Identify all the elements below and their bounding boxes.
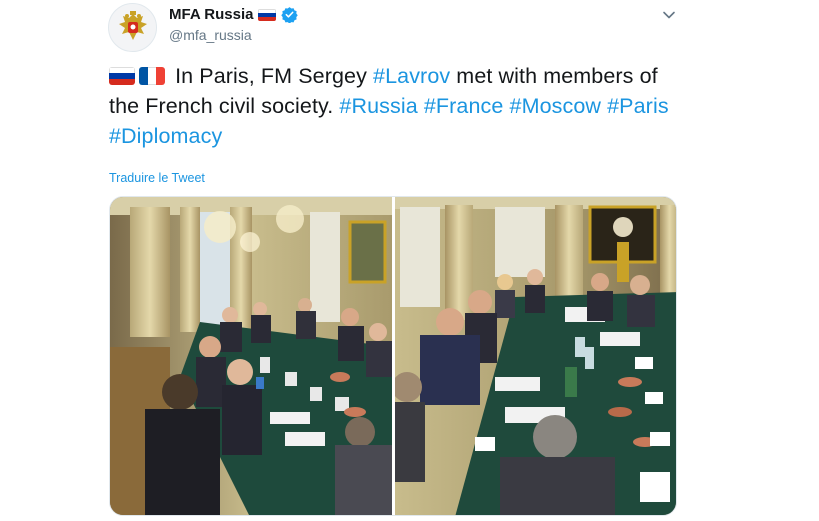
tweet-text-segment: In Paris, FM Sergey [175, 64, 374, 88]
hashtag-link[interactable]: #France [424, 94, 504, 118]
france-flag-icon [139, 67, 165, 85]
display-name[interactable]: MFA Russia [169, 6, 253, 23]
media-grid [109, 196, 677, 516]
hashtag-link[interactable]: #Russia [339, 94, 417, 118]
russia-flag-icon [258, 8, 277, 21]
tweet-text: In Paris, FM Sergey #Lavrov met with mem… [109, 61, 689, 151]
meeting-photo-left[interactable] [110, 197, 392, 515]
hashtag-link[interactable]: #Paris [607, 94, 669, 118]
russia-flag-icon [109, 67, 135, 85]
tweet-body: In Paris, FM Sergey #Lavrov met with mem… [109, 64, 669, 148]
hashtag-link[interactable]: #Diplomacy [109, 124, 222, 148]
meeting-photo-right[interactable] [394, 197, 676, 515]
user-handle[interactable]: @mfa_russia [169, 27, 252, 43]
avatar[interactable] [108, 3, 157, 52]
verified-badge-icon [281, 7, 299, 23]
hashtag-link[interactable]: #Moscow [510, 94, 602, 118]
russian-coat-of-arms-icon [118, 10, 147, 40]
hashtag-link[interactable]: #Lavrov [373, 64, 450, 88]
chevron-down-icon[interactable] [660, 6, 678, 24]
translate-tweet-link[interactable]: Traduire le Tweet [109, 171, 205, 185]
